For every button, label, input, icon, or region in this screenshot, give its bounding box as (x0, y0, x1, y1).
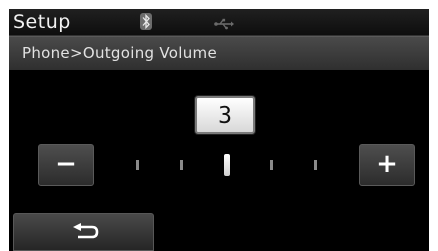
bluetooth-icon (140, 13, 152, 30)
volume-tick (314, 160, 317, 170)
usb-icon (214, 15, 234, 30)
volume-panel: 3 − + (9, 70, 429, 210)
header-bar: Setup (9, 9, 429, 36)
display-screen: Setup Phone>Outgoing Volume 3 − + (9, 9, 429, 251)
back-arrow-icon (72, 223, 100, 241)
volume-tick (180, 160, 183, 170)
volume-up-button[interactable]: + (359, 144, 415, 186)
volume-value-display: 3 (195, 96, 255, 134)
footer-bar (9, 210, 429, 251)
volume-tick-active (224, 154, 230, 176)
volume-tick (270, 160, 273, 170)
breadcrumb-text: Phone>Outgoing Volume (22, 44, 217, 62)
volume-down-button[interactable]: − (38, 144, 94, 186)
volume-tick (136, 160, 139, 170)
page-title: Setup (13, 11, 71, 33)
breadcrumb: Phone>Outgoing Volume (9, 36, 429, 71)
back-button[interactable] (13, 213, 154, 251)
volume-value: 3 (218, 103, 232, 129)
